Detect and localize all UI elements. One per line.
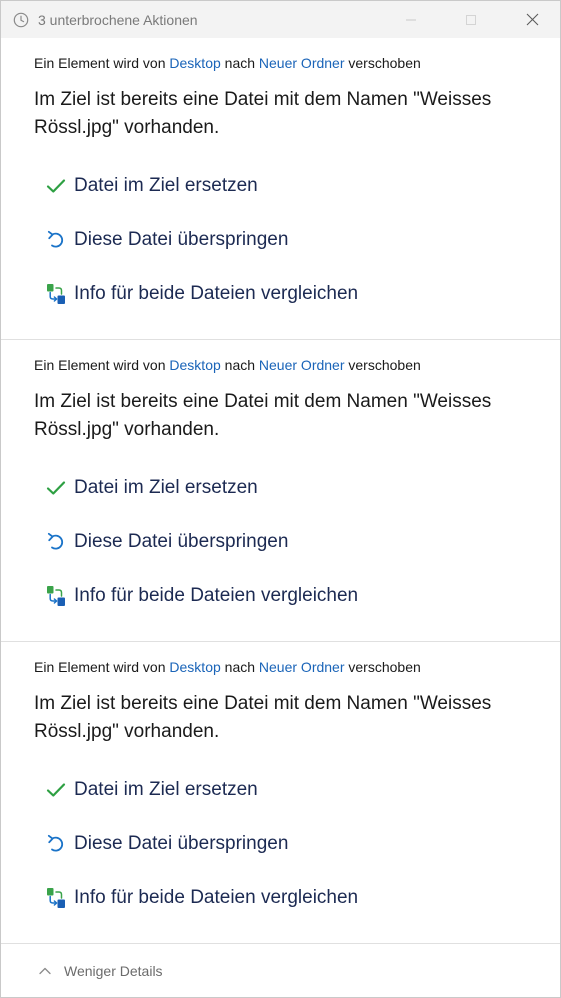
compare-files-label: Info für beide Dateien vergleichen	[74, 887, 359, 908]
compare-files-icon	[45, 887, 67, 909]
destination-link[interactable]: Neuer Ordner	[259, 659, 345, 675]
conflict-section: Ein Element wird von Desktop nach Neuer …	[1, 340, 560, 642]
close-button[interactable]	[509, 1, 555, 38]
move-info: Ein Element wird von Desktop nach Neuer …	[34, 357, 421, 373]
conflict-section: Ein Element wird von Desktop nach Neuer …	[1, 642, 560, 944]
chevron-up-icon	[38, 964, 52, 978]
skip-file-label: Diese Datei überspringen	[74, 833, 289, 854]
source-link[interactable]: Desktop	[169, 659, 220, 675]
conflict-message: Im Ziel ist bereits eine Datei mit dem N…	[34, 391, 492, 440]
destination-link[interactable]: Neuer Ordner	[259, 357, 345, 373]
compare-files-label: Info für beide Dateien vergleichen	[74, 283, 359, 304]
conflict-message: Im Ziel ist bereits eine Datei mit dem N…	[34, 89, 492, 138]
replace-file-option[interactable]: Datei im Ziel ersetzen	[45, 775, 258, 805]
conflict-section: Ein Element wird von Desktop nach Neuer …	[1, 38, 560, 340]
checkmark-icon	[45, 477, 67, 499]
destination-link[interactable]: Neuer Ordner	[259, 55, 345, 71]
compare-files-icon	[45, 585, 67, 607]
replace-file-option[interactable]: Datei im Ziel ersetzen	[45, 473, 258, 503]
clock-icon	[13, 12, 29, 28]
replace-file-label: Datei im Ziel ersetzen	[74, 779, 258, 800]
source-link[interactable]: Desktop	[169, 55, 220, 71]
fewer-details-label: Weniger Details	[64, 962, 163, 979]
replace-file-label: Datei im Ziel ersetzen	[74, 477, 258, 498]
skip-file-option[interactable]: Diese Datei überspringen	[45, 527, 288, 557]
minimize-button[interactable]	[388, 1, 434, 38]
undo-arrow-icon	[45, 531, 67, 553]
skip-file-label: Diese Datei überspringen	[74, 531, 289, 552]
dialog-footer: Weniger Details	[1, 944, 560, 997]
checkmark-icon	[45, 779, 67, 801]
fewer-details-button[interactable]: Weniger Details	[38, 963, 163, 979]
window-title: 3 unterbrochene Aktionen	[38, 11, 198, 28]
conflict-dialog-window: 3 unterbrochene Aktionen Ein Element wir…	[0, 0, 561, 998]
skip-file-label: Diese Datei überspringen	[74, 229, 289, 250]
move-info: Ein Element wird von Desktop nach Neuer …	[34, 659, 421, 675]
compare-files-label: Info für beide Dateien vergleichen	[74, 585, 359, 606]
skip-file-option[interactable]: Diese Datei überspringen	[45, 225, 288, 255]
conflict-message: Im Ziel ist bereits eine Datei mit dem N…	[34, 693, 492, 742]
replace-file-label: Datei im Ziel ersetzen	[74, 175, 258, 196]
maximize-button[interactable]	[448, 1, 494, 38]
undo-arrow-icon	[45, 229, 67, 251]
checkmark-icon	[45, 175, 67, 197]
maximize-icon	[466, 14, 476, 25]
replace-file-option[interactable]: Datei im Ziel ersetzen	[45, 171, 258, 201]
source-link[interactable]: Desktop	[169, 357, 220, 373]
compare-files-option[interactable]: Info für beide Dateien vergleichen	[45, 883, 358, 913]
compare-files-icon	[45, 283, 67, 305]
undo-arrow-icon	[45, 833, 67, 855]
compare-files-option[interactable]: Info für beide Dateien vergleichen	[45, 581, 358, 611]
minimize-icon	[406, 19, 416, 20]
title-bar: 3 unterbrochene Aktionen	[1, 1, 560, 38]
move-info: Ein Element wird von Desktop nach Neuer …	[34, 55, 421, 71]
compare-files-option[interactable]: Info für beide Dateien vergleichen	[45, 279, 358, 309]
skip-file-option[interactable]: Diese Datei überspringen	[45, 829, 288, 859]
close-icon	[526, 13, 538, 26]
